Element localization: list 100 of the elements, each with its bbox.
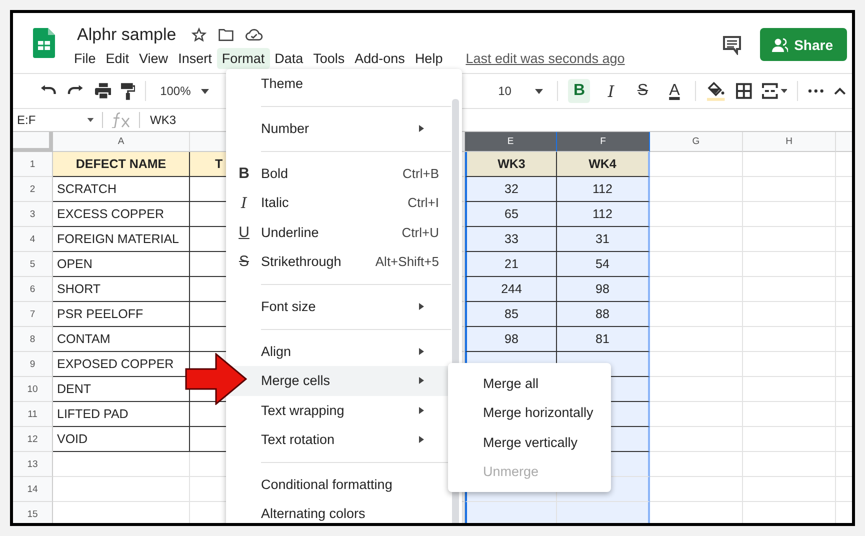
- table-cell: 98: [465, 327, 557, 352]
- table-cell: SHORT: [53, 277, 190, 302]
- fill-color-icon[interactable]: [706, 81, 726, 101]
- menu-tab[interactable]: Add-ons: [350, 48, 410, 68]
- row-header[interactable]: 11: [13, 402, 53, 427]
- menu-tab[interactable]: Tools: [308, 48, 350, 68]
- menu-tab[interactable]: Edit: [100, 48, 134, 68]
- row-header[interactable]: 15: [13, 502, 53, 523]
- row-header[interactable]: 14: [13, 477, 53, 502]
- submenu-item[interactable]: Merge vertically: [448, 428, 611, 457]
- row-header[interactable]: 6: [13, 277, 53, 302]
- format-icon: S: [236, 252, 252, 270]
- menu-item[interactable]: Align: [226, 336, 450, 366]
- table-cell: 32: [465, 177, 557, 202]
- format-button[interactable]: I: [600, 79, 622, 103]
- menu-tab[interactable]: View: [134, 48, 174, 68]
- table-cell: 31: [557, 227, 650, 252]
- row-header[interactable]: 12: [13, 427, 53, 452]
- menu-item[interactable]: Font size: [226, 292, 450, 322]
- print-icon[interactable]: [94, 83, 112, 99]
- row-header[interactable]: 1: [13, 152, 53, 177]
- table-cell: 54: [557, 252, 650, 277]
- function-icon: [111, 112, 131, 128]
- paint-format-icon[interactable]: [121, 82, 136, 100]
- more-icon[interactable]: [808, 89, 824, 93]
- merge-cells-icon[interactable]: [762, 83, 788, 99]
- format-button[interactable]: B: [568, 79, 590, 103]
- person-icon: [772, 38, 788, 52]
- column-header[interactable]: A: [53, 132, 190, 152]
- name-box[interactable]: E:F: [13, 113, 87, 127]
- last-edit-link[interactable]: Last edit was seconds ago: [466, 50, 625, 66]
- menu-item[interactable]: U Underline Ctrl+U: [226, 218, 450, 247]
- menu-tab[interactable]: File: [69, 48, 101, 68]
- menu-item[interactable]: Alternating colors: [226, 499, 450, 523]
- format-icon: I: [236, 194, 252, 212]
- row-header[interactable]: 5: [13, 252, 53, 277]
- row-header[interactable]: 8: [13, 327, 53, 352]
- menu-item[interactable]: Text rotation: [226, 424, 450, 454]
- menu-item[interactable]: Merge cells: [226, 366, 450, 396]
- column-header[interactable]: F: [557, 132, 650, 152]
- menu-item[interactable]: S Strikethrough Alt+Shift+5: [226, 246, 450, 276]
- caret-icon[interactable]: [87, 118, 94, 122]
- table-cell: 85: [465, 302, 557, 327]
- shortcut-label: Ctrl+B: [402, 166, 439, 181]
- shortcut-label: Ctrl+U: [402, 224, 439, 240]
- table-cell: SCRATCH: [53, 177, 190, 202]
- caret-icon: [200, 88, 209, 94]
- zoom-dropdown[interactable]: 100%: [156, 82, 213, 100]
- share-button[interactable]: Share: [760, 28, 847, 61]
- header-cell: DEFECT NAME: [53, 152, 190, 177]
- pointer-arrow: [185, 353, 247, 405]
- table-cell: EXCESS COPPER: [53, 202, 190, 227]
- font-size-dropdown[interactable]: 10: [494, 82, 548, 100]
- row-header[interactable]: 10: [13, 377, 53, 402]
- table-cell: 98: [557, 277, 650, 302]
- borders-icon[interactable]: [736, 83, 752, 99]
- submenu-item[interactable]: Merge all: [448, 369, 611, 398]
- column-header[interactable]: G: [650, 132, 743, 152]
- menu-tab[interactable]: Data: [270, 48, 308, 68]
- header-cell: WK4: [557, 152, 650, 177]
- column-header[interactable]: E: [465, 132, 557, 152]
- folder-icon[interactable]: [218, 28, 234, 42]
- submenu-item[interactable]: Merge horizontally: [448, 398, 611, 428]
- table-cell: 33: [465, 227, 557, 252]
- menu-item[interactable]: Text wrapping: [226, 396, 450, 425]
- table-cell: VOID: [53, 427, 190, 452]
- menu-item[interactable]: Conditional formatting: [226, 470, 450, 500]
- table-cell: 244: [465, 277, 557, 302]
- row-header[interactable]: 2: [13, 177, 53, 202]
- table-cell: 81: [557, 327, 650, 352]
- row-header[interactable]: 7: [13, 302, 53, 327]
- row-header[interactable]: 4: [13, 227, 53, 252]
- comment-icon[interactable]: [722, 34, 742, 54]
- sheets-logo-icon[interactable]: [33, 28, 55, 58]
- table-cell: FOREIGN MATERIAL: [53, 227, 190, 252]
- format-icon: U: [236, 224, 252, 241]
- table-cell: LIFTED PAD: [53, 402, 190, 427]
- shortcut-label: Ctrl+I: [408, 195, 439, 210]
- table-cell: 112: [557, 202, 650, 227]
- table-cell: PSR PEELOFF: [53, 302, 190, 327]
- row-header[interactable]: 3: [13, 202, 53, 227]
- menu-tab[interactable]: Help: [410, 48, 448, 68]
- row-header[interactable]: 13: [13, 452, 53, 477]
- format-button[interactable]: S: [632, 79, 654, 103]
- table-cell: 21: [465, 252, 557, 277]
- cloud-icon[interactable]: [245, 28, 264, 42]
- menu-item[interactable]: Theme: [226, 69, 450, 98]
- menu-item[interactable]: Number: [226, 114, 450, 144]
- menu-tab[interactable]: Format: [216, 48, 270, 68]
- menu-tab[interactable]: Insert: [173, 48, 217, 68]
- menu-item[interactable]: I Italic Ctrl+I: [226, 188, 450, 218]
- table-cell: 112: [557, 177, 650, 202]
- shortcut-label: Alt+Shift+5: [375, 254, 439, 270]
- row-header[interactable]: 9: [13, 352, 53, 377]
- column-header[interactable]: H: [743, 132, 836, 152]
- collapse-icon[interactable]: [834, 87, 846, 95]
- format-button[interactable]: A: [664, 79, 686, 103]
- document-title[interactable]: Alphr sample: [77, 25, 176, 45]
- table-cell: 65: [465, 202, 557, 227]
- star-icon[interactable]: [191, 27, 208, 43]
